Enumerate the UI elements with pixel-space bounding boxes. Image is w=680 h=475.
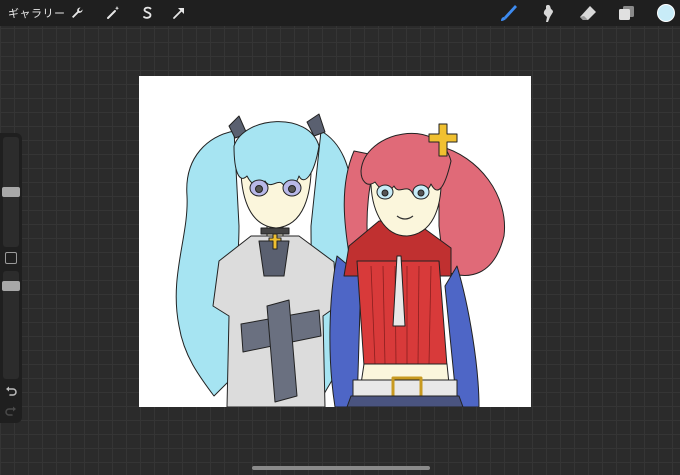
smudge-icon[interactable] — [537, 3, 559, 23]
opacity-thumb[interactable] — [2, 280, 20, 291]
current-color-swatch[interactable] — [657, 4, 675, 22]
layers-icon[interactable] — [615, 3, 637, 23]
top-toolbar: ギャラリー — [0, 0, 680, 26]
selection-icon[interactable] — [138, 4, 156, 22]
undo-icon[interactable] — [4, 385, 18, 399]
home-indicator — [252, 466, 430, 470]
modifier-square-icon[interactable] — [5, 252, 17, 264]
wrench-icon[interactable] — [68, 4, 86, 22]
gallery-button[interactable]: ギャラリー — [8, 5, 66, 21]
opacity-slider[interactable] — [2, 271, 20, 379]
eraser-icon[interactable] — [576, 3, 598, 23]
artwork-illustration — [175, 113, 506, 407]
drawing-canvas[interactable] — [139, 76, 531, 407]
brush-size-slider[interactable] — [2, 137, 20, 247]
left-sidebar — [0, 133, 22, 423]
transform-arrow-icon[interactable] — [170, 4, 188, 22]
brush-size-thumb[interactable] — [2, 187, 20, 197]
magic-wand-icon[interactable] — [104, 4, 122, 22]
brush-icon[interactable] — [498, 3, 520, 23]
redo-icon[interactable] — [4, 405, 18, 419]
